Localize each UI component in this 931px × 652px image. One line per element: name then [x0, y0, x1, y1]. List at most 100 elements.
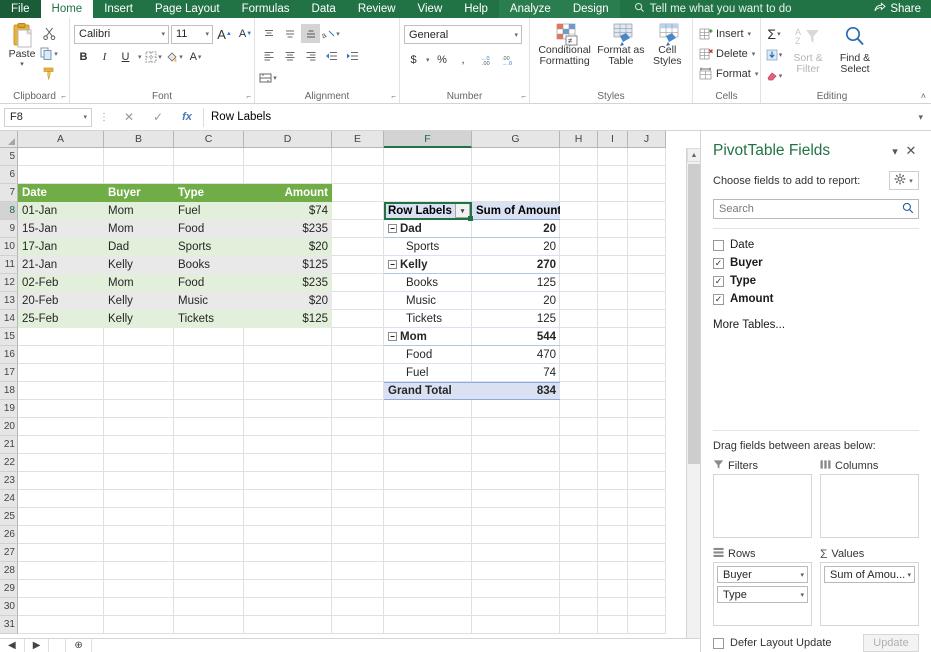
grow-font-button[interactable]: A▲ [215, 25, 234, 44]
rows-chip-type[interactable]: Type▾ [717, 586, 808, 603]
source-table-cell[interactable]: $74 [244, 202, 332, 220]
pivot-row-value[interactable]: 544 [472, 328, 560, 346]
chevron-down-icon[interactable]: ▾ [513, 31, 519, 39]
vertical-scrollbar[interactable]: ▲ [686, 148, 700, 652]
number-format-select[interactable]: General ▾ [404, 25, 522, 44]
row-header-22[interactable]: 22 [0, 454, 18, 472]
update-button[interactable]: Update [863, 634, 919, 652]
increase-decimal-button[interactable]: ←0.00 [479, 51, 498, 70]
confirm-entry-button[interactable]: ✓ [145, 108, 171, 127]
pivot-row-value[interactable]: 20 [472, 220, 560, 238]
row-header-6[interactable]: 6 [0, 166, 18, 184]
field-item-buyer[interactable]: ✓Buyer [713, 254, 919, 272]
align-top-button[interactable] [259, 24, 278, 43]
source-table-cell[interactable]: $235 [244, 220, 332, 238]
sheet-tab-active[interactable] [49, 639, 66, 652]
source-table-cell[interactable]: 01-Jan [18, 202, 104, 220]
area-rows-dropzone[interactable]: Buyer▾Type▾ [713, 562, 812, 626]
font-color-button[interactable]: A ▾ [187, 48, 206, 67]
pivot-row-value[interactable]: 270 [472, 256, 560, 274]
source-table-cell[interactable]: 21-Jan [18, 256, 104, 274]
chevron-down-icon[interactable]: ▾ [272, 74, 278, 82]
source-table-cell[interactable]: $20 [244, 238, 332, 256]
chevron-down-icon[interactable]: ▾ [800, 571, 804, 579]
column-header-d[interactable]: D [244, 131, 332, 148]
field-item-type[interactable]: ✓Type [713, 272, 919, 290]
source-table-header[interactable]: Amount [244, 184, 332, 202]
decrease-decimal-button[interactable]: .00→.0 [500, 51, 519, 70]
pivot-row-value[interactable]: 470 [472, 346, 560, 364]
fill-color-button[interactable]: ▾ [166, 48, 185, 67]
source-table-cell[interactable]: Fuel [174, 202, 244, 220]
field-search-input[interactable]: Search [713, 199, 919, 219]
field-checkbox-buyer[interactable]: ✓ [713, 258, 724, 269]
row-header-28[interactable]: 28 [0, 562, 18, 580]
pivot-row-value[interactable]: 125 [472, 274, 560, 292]
chevron-down-icon[interactable]: ▾ [425, 56, 431, 64]
source-table-cell[interactable]: Food [174, 274, 244, 292]
source-table-cell[interactable]: $125 [244, 256, 332, 274]
tell-me-box[interactable]: Tell me what you want to do [624, 0, 802, 18]
format-as-table-button[interactable]: Format as Table [595, 21, 646, 67]
values-chip-sum-of-amou[interactable]: Sum of Amou...▾ [824, 566, 915, 583]
font-name-input[interactable]: Calibri ▾ [74, 25, 169, 44]
pane-settings-button[interactable]: ▾ [889, 171, 919, 190]
row-header-27[interactable]: 27 [0, 544, 18, 562]
column-header-g[interactable]: G [472, 131, 560, 148]
formula-input[interactable]: Row Labels [203, 108, 915, 127]
source-table-cell[interactable]: Kelly [104, 310, 174, 328]
select-all-button[interactable] [0, 131, 18, 148]
pivot-grand-total-label[interactable]: Grand Total [384, 382, 472, 400]
collapse-expand-icon[interactable]: − [388, 224, 397, 233]
fill-button[interactable]: ▾ [765, 45, 784, 64]
increase-indent-button[interactable] [343, 46, 362, 65]
pivot-row-label[interactable]: −Dad [384, 220, 472, 238]
row-header-13[interactable]: 13 [0, 292, 18, 310]
sheet-nav-next[interactable]: ▶ [25, 639, 50, 652]
align-bottom-button[interactable] [301, 24, 320, 43]
row-header-29[interactable]: 29 [0, 580, 18, 598]
font-dialog-launcher[interactable]: ⌐ [246, 92, 251, 101]
field-item-date[interactable]: Date [713, 236, 919, 254]
borders-button[interactable]: ▾ [145, 48, 164, 67]
source-table-cell[interactable]: Mom [104, 274, 174, 292]
chevron-down-icon[interactable]: ▾ [778, 51, 784, 59]
row-header-16[interactable]: 16 [0, 346, 18, 364]
cut-button[interactable] [40, 24, 59, 43]
pivot-row-label[interactable]: Sports [384, 238, 472, 256]
align-center-button[interactable] [280, 46, 299, 65]
autosum-button[interactable]: Σ ▾ [765, 24, 784, 43]
source-table-cell[interactable]: 15-Jan [18, 220, 104, 238]
row-header-14[interactable]: 14 [0, 310, 18, 328]
pivot-row-label[interactable]: Tickets [384, 310, 472, 328]
name-box[interactable]: F8 ▾ [4, 108, 92, 127]
source-table-header[interactable]: Buyer [104, 184, 174, 202]
row-header-31[interactable]: 31 [0, 616, 18, 634]
clear-button[interactable]: ▾ [765, 66, 784, 85]
chevron-down-icon[interactable]: ▾ [335, 30, 341, 38]
source-table-cell[interactable]: $235 [244, 274, 332, 292]
defer-layout-checkbox[interactable] [713, 638, 724, 649]
row-header-24[interactable]: 24 [0, 490, 18, 508]
close-icon[interactable]: ✕ [903, 143, 919, 159]
paste-button[interactable]: Paste ▾ [4, 21, 40, 68]
source-table-cell[interactable]: Mom [104, 202, 174, 220]
sheet-nav-prev[interactable]: ◀ [0, 639, 25, 652]
source-table-cell[interactable]: 17-Jan [18, 238, 104, 256]
chevron-down-icon[interactable]: ▾ [887, 143, 903, 159]
decrease-indent-button[interactable] [322, 46, 341, 65]
shrink-font-button[interactable]: A▼ [236, 25, 255, 44]
orientation-button[interactable]: a ▾ [322, 24, 341, 43]
chevron-down-icon[interactable]: ▾ [197, 53, 203, 61]
more-tables-link[interactable]: More Tables... [713, 319, 919, 331]
source-table-cell[interactable]: $20 [244, 292, 332, 310]
column-header-b[interactable]: B [104, 131, 174, 148]
row-header-20[interactable]: 20 [0, 418, 18, 436]
tab-view[interactable]: View [407, 0, 454, 18]
cell-styles-button[interactable]: Cell Styles [647, 21, 688, 67]
row-header-9[interactable]: 9 [0, 220, 18, 238]
chevron-down-icon[interactable]: ▾ [751, 50, 757, 58]
merge-center-button[interactable]: ▾ [259, 68, 278, 87]
font-size-input[interactable]: 11 ▾ [171, 25, 213, 44]
row-header-18[interactable]: 18 [0, 382, 18, 400]
